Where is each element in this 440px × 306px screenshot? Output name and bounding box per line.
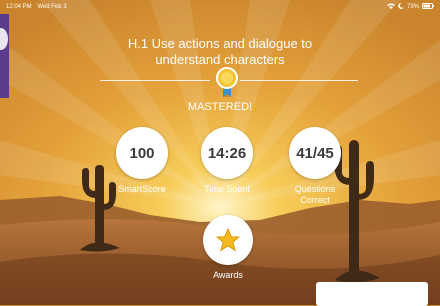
star-icon — [215, 227, 241, 252]
status-date: Wed Feb 3 — [37, 4, 67, 10]
questions-value: 41/45 — [289, 127, 341, 179]
moon-icon — [398, 2, 404, 11]
white-overlay-box — [316, 282, 428, 306]
smartscore-label: SmartScore — [118, 184, 166, 194]
skill-title-line1: H.1 Use actions and dialogue to — [127, 36, 313, 51]
time-spent-stat: 14:26 Time Spent — [199, 127, 255, 195]
awards-button[interactable]: Awards — [200, 215, 256, 281]
mastered-status: MASTERED! — [187, 101, 253, 113]
questions-label: Questions Correct — [287, 184, 343, 206]
divider-left — [100, 80, 210, 81]
skill-title-line2: understand characters — [155, 51, 285, 67]
medal-icon — [214, 66, 240, 98]
divider-right — [240, 80, 358, 81]
questions-label-line2: Correct — [300, 195, 330, 205]
awards-label: Awards — [213, 270, 243, 280]
battery-icon — [422, 3, 434, 11]
time-spent-label: Time Spent — [204, 184, 250, 194]
status-time: 12:04 PM — [6, 4, 32, 10]
battery-percent: 73% — [406, 4, 419, 10]
smartscore-stat: 100 SmartScore — [114, 127, 170, 195]
questions-label-line1: Questions — [294, 184, 336, 194]
status-bar: 12:04 PM Wed Feb 3 73% — [0, 0, 440, 14]
questions-stat: 41/45 Questions Correct — [287, 127, 343, 206]
time-spent-value: 14:26 — [201, 127, 253, 179]
skill-title: H.1 Use actions and dialogue to understa… — [0, 36, 440, 67]
smartscore-value: 100 — [116, 127, 168, 179]
wifi-icon — [386, 3, 395, 11]
awards-circle[interactable] — [203, 215, 253, 265]
